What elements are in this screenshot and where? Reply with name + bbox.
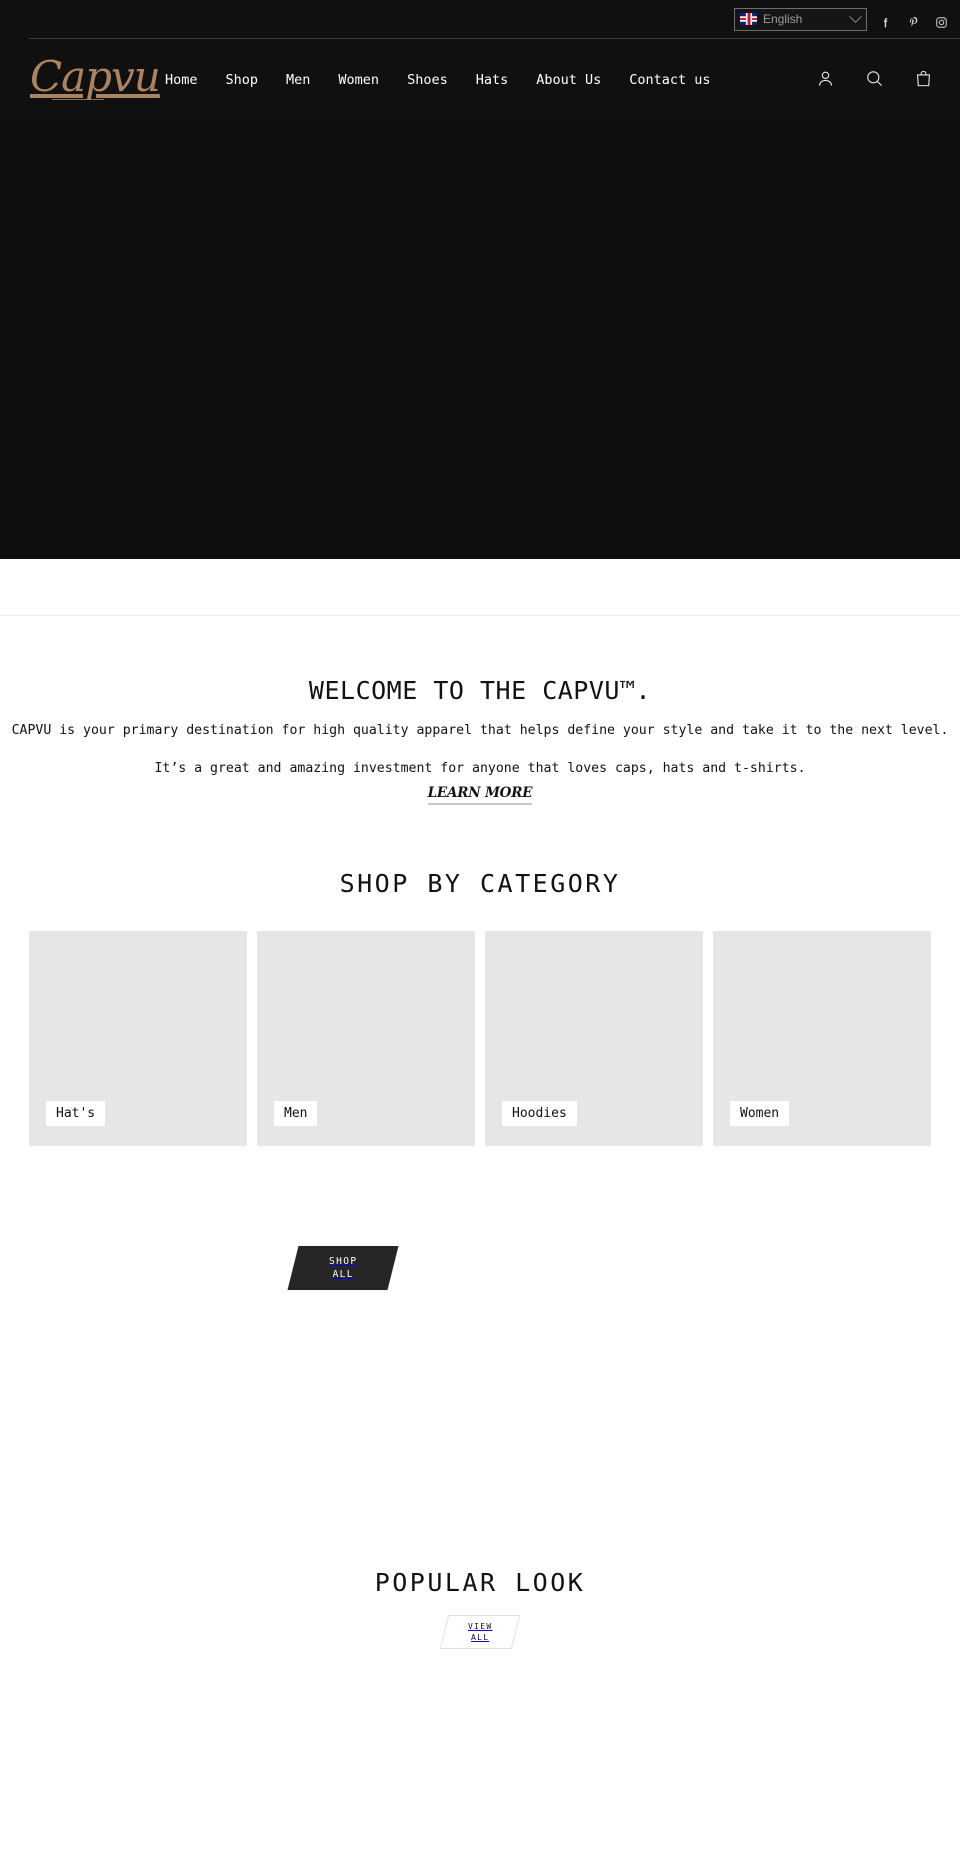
shop-all-button-line-2: ALL — [332, 1269, 354, 1280]
header-bar: Capvu Home Shop Men Women Shoes Hats Abo… — [0, 38, 960, 122]
view-all-button-line-2: ALL — [470, 1633, 490, 1642]
category-card-men[interactable]: Men — [257, 931, 475, 1146]
shop-all-button[interactable]: SHOP ALL — [287, 1246, 399, 1290]
language-selector[interactable]: English — [734, 7, 867, 31]
header-actions — [816, 69, 933, 92]
site-logo[interactable]: Capvu — [30, 56, 161, 100]
category-card-women[interactable]: Women — [713, 931, 931, 1146]
category-card-label: Hat's — [46, 1101, 106, 1126]
nav-item-hats[interactable]: Hats — [476, 72, 509, 88]
chevron-down-icon — [849, 9, 862, 23]
welcome-paragraph-line-1: CAPVU is your primary destination for hi… — [11, 723, 949, 738]
uk-flag-icon — [740, 13, 757, 25]
nav-item-shoes[interactable]: Shoes — [407, 72, 448, 88]
popular-look-section: POPULAR LOOK VIEW ALL — [0, 1436, 960, 1649]
welcome-paragraph-line-2: It’s a great and amazing investment for … — [154, 761, 806, 776]
nav-item-contact-us[interactable]: Contact us — [629, 72, 710, 88]
facebook-icon[interactable] — [879, 16, 892, 29]
cart-icon[interactable] — [914, 69, 933, 92]
category-card-label: Hoodies — [502, 1101, 577, 1126]
hero-banner[interactable] — [0, 122, 960, 559]
category-grid: Hat's Men Hoodies Women — [0, 931, 960, 1146]
header-divider — [29, 38, 960, 39]
site-header: Capvu Home Shop Men Women Shoes Hats Abo… — [0, 38, 960, 122]
nav-item-women[interactable]: Women — [338, 72, 379, 88]
welcome-heading: WELCOME TO THE CAPVU™. — [308, 676, 652, 705]
learn-more-link[interactable]: LEARN MORE — [427, 785, 533, 805]
account-icon[interactable] — [816, 69, 835, 92]
site-logo-text: Capvu — [30, 52, 161, 101]
nav-item-men[interactable]: Men — [286, 72, 310, 88]
category-card-hoodies[interactable]: Hoodies — [485, 931, 703, 1146]
welcome-section: WELCOME TO THE CAPVU™. CAPVU is your pri… — [0, 616, 960, 805]
category-card-label: Women — [730, 1101, 790, 1126]
nav-item-home[interactable]: Home — [165, 72, 198, 88]
hero-spacer — [0, 559, 960, 615]
nav-item-shop[interactable]: Shop — [226, 72, 259, 88]
category-card-label: Men — [274, 1101, 318, 1126]
view-all-button[interactable]: VIEW ALL — [439, 1615, 521, 1649]
nav-item-about-us[interactable]: About Us — [536, 72, 601, 88]
main-navigation: Home Shop Men Women Shoes Hats About Us … — [165, 72, 816, 88]
shop-all-button-line-1: SHOP — [328, 1256, 358, 1267]
shop-by-category-heading: SHOP BY CATEGORY — [339, 869, 621, 898]
pinterest-icon[interactable] — [907, 16, 920, 29]
social-links — [879, 16, 960, 29]
shop-by-category-section: SHOP BY CATEGORY Hat's Men Hoodies Women… — [0, 869, 960, 1436]
category-card-hats[interactable]: Hat's — [29, 931, 247, 1146]
view-all-wrapper: VIEW ALL — [0, 1615, 960, 1649]
search-icon[interactable] — [865, 69, 884, 92]
language-selector-value: English — [763, 12, 803, 26]
popular-look-heading: POPULAR LOOK — [374, 1568, 586, 1597]
view-all-button-line-1: VIEW — [467, 1622, 493, 1631]
top-utility-bar: English — [0, 0, 960, 38]
instagram-icon[interactable] — [935, 16, 948, 29]
top-utility-bar-content: English — [734, 0, 960, 38]
shop-all-zone: SHOP ALL — [0, 1146, 960, 1436]
